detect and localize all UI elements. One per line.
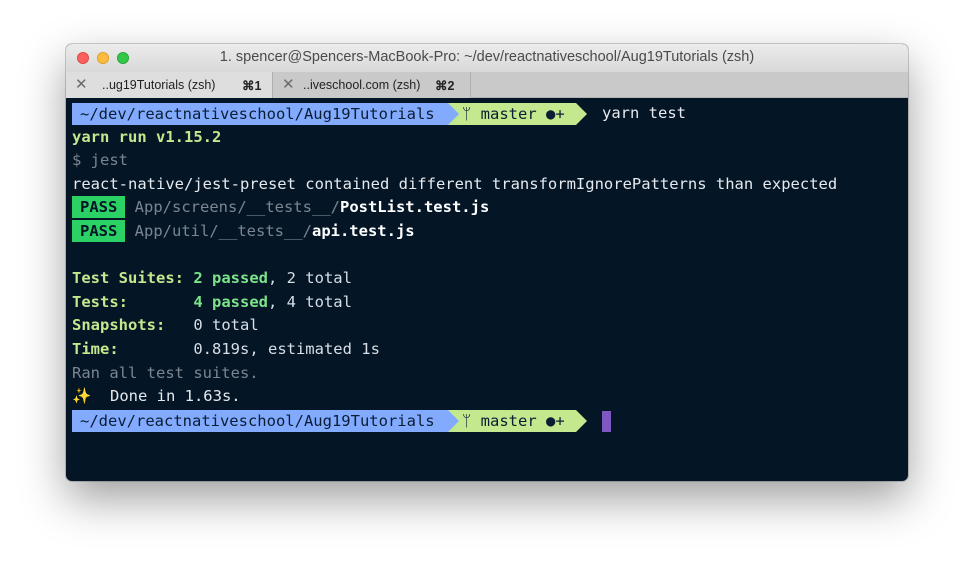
test-result-row: PASS App/util/__tests__/api.test.js [72,219,902,244]
tab-aug19tutorials[interactable]: ✕ ..ug19Tutorials (zsh) ⌘1 [66,72,273,98]
git-branch-icon: ᛘ [462,411,472,430]
prompt-line: ~/dev/reactnativeschool/Aug19Tutorials ᛘ… [72,102,902,126]
prompt-git-segment: ᛘ master ●+ [448,409,576,432]
prompt-line: ~/dev/reactnativeschool/Aug19Tutorials ᛘ… [72,409,902,433]
jest-command-line: $ jest [72,151,128,170]
title-bar[interactable]: 1. spencer@Spencers-MacBook-Pro: ~/dev/r… [66,44,908,72]
summary-total: , 2 total [267,269,352,288]
text-cursor [602,410,611,432]
summary-tests: Tests: 4 passed, 4 total [72,291,902,315]
terminal-window: 1. spencer@Spencers-MacBook-Pro: ~/dev/r… [66,44,908,481]
tab-iveschool[interactable]: ✕ ..iveschool.com (zsh) ⌘2 [273,72,471,98]
warning-line: react-native/jest-preset contained diffe… [72,174,838,193]
summary-value: 0.819s, estimated 1s [193,339,380,358]
summary-total: , 4 total [267,292,352,311]
test-path-dir: App/util/__tests__/ [134,221,312,240]
powerline-separator [576,409,587,432]
command-text: yarn test [602,104,686,122]
summary-snapshots: Snapshots: 0 total [72,314,902,338]
prompt-git-segment: ᛘ master ●+ [448,103,576,125]
tab-bar: ✕ ..ug19Tutorials (zsh) ⌘1 ✕ ..iveschool… [66,72,908,98]
prompt-path: ~/dev/reactnativeschool/Aug19Tutorials [72,409,448,432]
terminal-output[interactable]: ~/dev/reactnativeschool/Aug19Tutorials ᛘ… [72,102,902,432]
tab-shortcut: ⌘1 [242,79,262,93]
done-line: ✨ Done in 1.63s. [72,385,902,409]
pass-badge: PASS [72,196,126,219]
test-file-name: api.test.js [311,221,415,240]
powerline-separator [448,103,459,125]
tab-label: ..ug19Tutorials (zsh) [102,78,216,92]
window-title: 1. spencer@Spencers-MacBook-Pro: ~/dev/r… [219,49,755,65]
close-tab-icon[interactable]: ✕ [282,75,295,93]
close-tab-icon[interactable]: ✕ [75,75,88,93]
summary-passed: 2 passed [193,269,268,288]
git-branch-name: master [480,105,537,123]
summary-label: Snapshots: [72,316,166,335]
summary-time: Time: 0.819s, estimated 1s [72,338,902,362]
ran-all-line: Ran all test suites. [72,363,259,382]
powerline-separator [448,409,459,432]
summary-passed: 4 passed [193,292,268,311]
test-path-dir: App/screens/__tests__/ [134,198,340,217]
summary-label: Tests: [72,292,128,311]
git-branch-icon: ᛘ [462,105,472,123]
sparkles-icon: ✨ [72,387,92,406]
summary-value: 0 total [193,316,259,335]
git-status: ●+ [546,105,565,123]
test-result-row: PASS App/screens/__tests__/PostList.test… [72,196,902,220]
pass-badge: PASS [72,219,126,242]
tab-label: ..iveschool.com (zsh) [303,78,421,92]
summary-label: Time: [72,339,119,358]
git-status: ●+ [546,411,565,430]
summary-suites: Test Suites: 2 passed, 2 total [72,267,902,291]
tab-shortcut: ⌘2 [435,79,455,93]
test-file-name: PostList.test.js [339,198,490,217]
done-text: Done in 1.63s. [109,387,241,406]
git-branch-name: master [480,411,537,430]
powerline-separator [576,103,587,125]
summary-label: Test Suites: [72,269,184,288]
yarn-version-line: yarn run v1.15.2 [72,127,222,146]
prompt-path: ~/dev/reactnativeschool/Aug19Tutorials [72,103,448,125]
